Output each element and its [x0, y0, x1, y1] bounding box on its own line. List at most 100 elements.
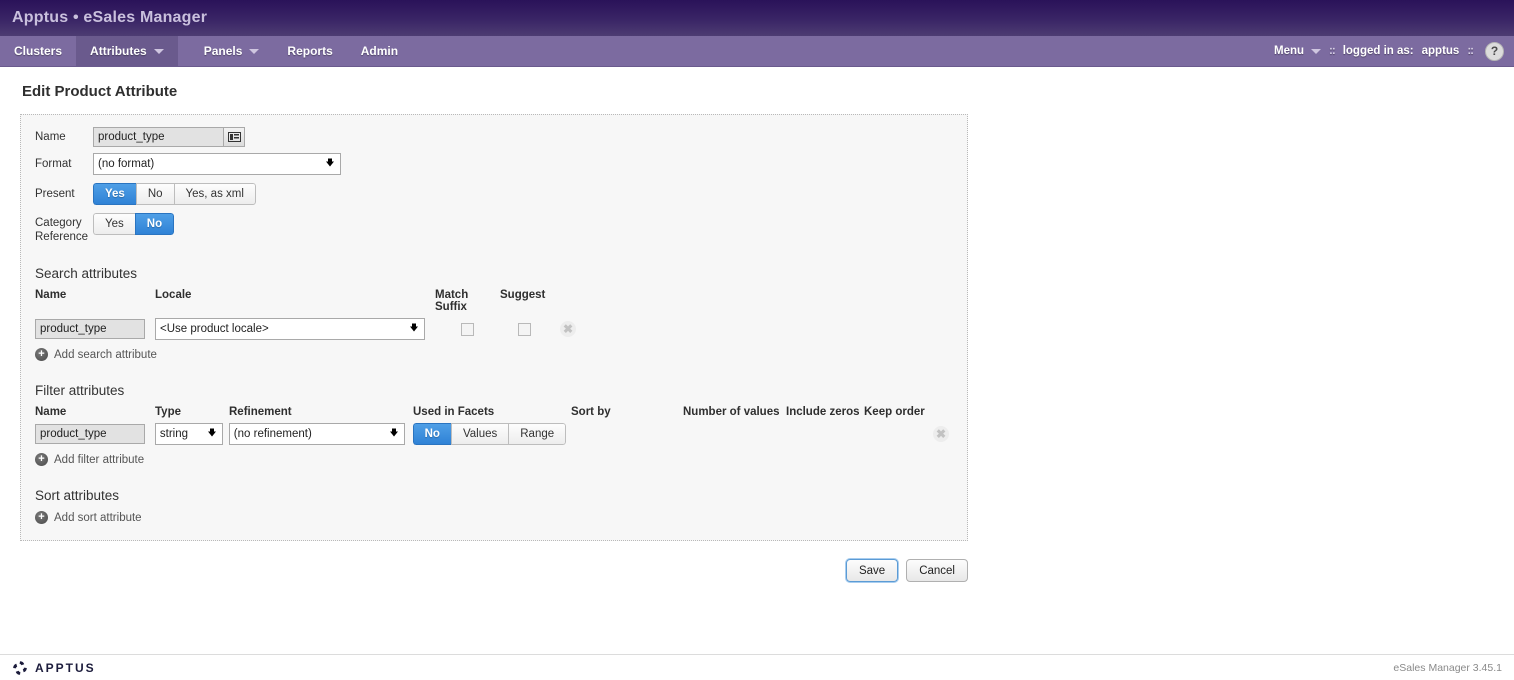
column-header-refinement: Refinement	[229, 406, 292, 418]
separator-right: ::	[1467, 45, 1474, 57]
search-attribute-match-suffix-checkbox[interactable]	[461, 322, 474, 336]
add-filter-attribute-button[interactable]: + Add filter attribute	[35, 453, 953, 466]
footer-bar: APPTUS eSales Manager 3.45.1	[0, 654, 1514, 680]
add-search-attribute-label: Add search attribute	[54, 348, 157, 361]
used-in-facets-option-range[interactable]: Range	[508, 423, 567, 445]
column-header-keep-order: Keep order	[864, 406, 925, 418]
chevron-down-icon	[207, 428, 216, 437]
plus-icon: +	[35, 348, 48, 361]
help-icon[interactable]: ?	[1485, 41, 1504, 61]
category-reference-option-no[interactable]: No	[134, 213, 175, 235]
nav-item-admin[interactable]: Admin	[347, 36, 412, 66]
chevron-down-icon	[410, 323, 418, 332]
format-select[interactable]: (no format)	[93, 153, 341, 175]
column-header-number-of-values: Number of values	[683, 406, 780, 418]
title-bar: Apptus • eSales Manager	[0, 0, 1514, 36]
nav-item-reports[interactable]: Reports	[273, 36, 346, 66]
column-header-type: Type	[155, 406, 181, 418]
form-actions: Save Cancel	[20, 559, 968, 582]
filter-attributes-header: Name Type Refinement Used in Facets Sort…	[35, 406, 953, 418]
apptus-logo: APPTUS	[12, 660, 96, 676]
present-option-yes-as-xml[interactable]: Yes, as xml	[173, 183, 256, 205]
category-reference-label-line1: Category	[35, 217, 82, 229]
main-navigation-bar: Clusters Attributes Panels Reports Admin…	[0, 36, 1514, 67]
nav-right-cluster: Menu :: logged in as: apptus :: ?	[1274, 36, 1514, 66]
used-in-facets-toggle-group: No Values Range	[412, 423, 567, 445]
name-label: Name	[35, 131, 66, 143]
field-row-present: Present Yes No Yes, as xml	[35, 183, 953, 205]
search-attributes-title: Search attributes	[35, 266, 138, 281]
add-sort-attribute-button[interactable]: + Add sort attribute	[35, 511, 953, 524]
logged-in-username: apptus	[1421, 45, 1460, 57]
column-header-name: Name	[35, 406, 67, 418]
menu-dropdown-label: Menu	[1274, 45, 1305, 57]
nav-items: Clusters Attributes Panels Reports Admin	[0, 36, 412, 66]
present-label: Present	[35, 188, 75, 200]
filter-attribute-refinement-value: (no refinement)	[233, 428, 312, 440]
chevron-down-icon	[153, 48, 164, 54]
format-select-value: (no format)	[98, 158, 155, 170]
cancel-button[interactable]: Cancel	[906, 559, 968, 582]
column-header-match-suffix: Match Suffix	[435, 289, 469, 313]
chevron-down-icon	[326, 158, 334, 167]
save-button[interactable]: Save	[845, 559, 899, 582]
used-in-facets-option-no[interactable]: No	[412, 423, 451, 445]
chevron-down-icon	[389, 428, 398, 437]
name-input-group	[93, 127, 245, 147]
present-option-no[interactable]: No	[135, 183, 174, 205]
logged-in-label: logged in as:	[1342, 45, 1414, 57]
nav-item-panels[interactable]: Panels	[190, 36, 274, 66]
used-in-facets-option-values[interactable]: Values	[450, 423, 509, 445]
nav-item-reports-label: Reports	[287, 44, 333, 58]
filter-attribute-name-input[interactable]	[35, 424, 145, 444]
filter-attributes-title: Filter attributes	[35, 383, 125, 398]
column-header-name: Name	[35, 289, 67, 301]
category-reference-label-line2: Reference	[35, 231, 89, 243]
category-reference-toggle-group: Yes No	[93, 213, 175, 235]
chevron-down-icon	[249, 48, 260, 54]
nav-item-clusters[interactable]: Clusters	[0, 36, 76, 66]
filter-attribute-refinement-select[interactable]: (no refinement)	[228, 423, 405, 445]
column-header-locale: Locale	[155, 289, 192, 301]
menu-dropdown-button[interactable]: Menu	[1274, 45, 1322, 57]
nav-item-attributes[interactable]: Attributes	[76, 36, 178, 66]
search-attribute-row: <Use product locale> ✖	[35, 318, 953, 340]
card-list-icon[interactable]	[223, 127, 245, 147]
search-attribute-suggest-checkbox[interactable]	[517, 322, 531, 336]
search-attribute-locale-select[interactable]: <Use product locale>	[155, 318, 425, 340]
separator-left: ::	[1329, 45, 1336, 57]
format-label: Format	[35, 158, 72, 170]
nav-item-admin-label: Admin	[360, 44, 399, 58]
add-search-attribute-button[interactable]: + Add search attribute	[35, 348, 953, 361]
filter-attribute-type-select[interactable]: string	[154, 423, 223, 445]
page-content: Edit Product Attribute Name Format (no f…	[0, 67, 1514, 582]
filter-attribute-type-value: string	[159, 428, 188, 440]
add-filter-attribute-label: Add filter attribute	[54, 453, 145, 466]
footer-version: eSales Manager 3.45.1	[1393, 661, 1502, 674]
column-header-suggest: Suggest	[500, 289, 546, 301]
search-attribute-name-input[interactable]	[35, 319, 145, 339]
search-attribute-locale-value: <Use product locale>	[160, 323, 269, 335]
filter-attribute-row: string (no refinement) No Values Range	[35, 423, 953, 445]
present-option-yes[interactable]: Yes	[93, 183, 136, 205]
sort-attributes-title: Sort attributes	[35, 488, 120, 503]
nav-item-attributes-label: Attributes	[90, 44, 147, 58]
apptus-logo-text: APPTUS	[35, 660, 96, 675]
column-header-sort-by: Sort by	[571, 406, 611, 418]
category-reference-option-yes[interactable]: Yes	[93, 213, 135, 235]
search-attributes-header: Name Locale Match Suffix Suggest	[35, 289, 953, 313]
search-attribute-remove-icon[interactable]: ✖	[560, 321, 576, 337]
name-input[interactable]	[93, 127, 223, 147]
add-sort-attribute-label: Add sort attribute	[54, 511, 142, 524]
plus-icon: +	[35, 453, 48, 466]
category-reference-label: Category Reference	[35, 213, 93, 244]
edit-product-attribute-panel: Name Format (no format) Present Yes No Y…	[20, 114, 968, 541]
app-title: Apptus • eSales Manager	[12, 9, 208, 26]
field-row-format: Format (no format)	[35, 153, 953, 175]
page-title: Edit Product Attribute	[22, 83, 178, 100]
filter-attribute-remove-icon[interactable]: ✖	[933, 426, 950, 442]
column-header-include-zeros: Include zeros	[786, 406, 860, 418]
nav-item-panels-label: Panels	[203, 44, 243, 58]
apptus-logo-icon	[13, 660, 27, 675]
plus-icon: +	[35, 511, 48, 524]
